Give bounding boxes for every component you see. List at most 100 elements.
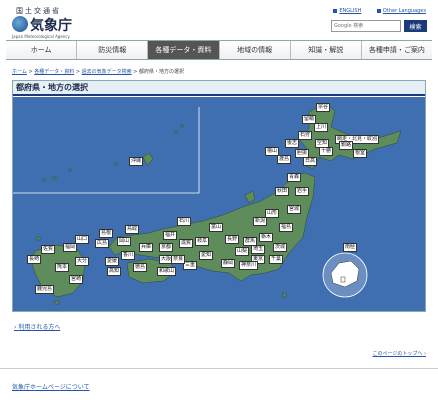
pref-miyagi[interactable]: 宮城 — [287, 205, 302, 214]
breadcrumb-past-data[interactable]: 過去の気象データ検索 — [82, 69, 132, 75]
pref-kushiro[interactable]: 釧路 — [339, 141, 354, 150]
pref-shizuoka[interactable]: 静岡 — [221, 259, 236, 268]
pref-hiroshima[interactable]: 広島 — [95, 239, 110, 248]
okinawa-inset-border — [13, 107, 200, 194]
square-bullet-icon — [333, 8, 338, 13]
okinawa-outer-island — [114, 162, 118, 166]
pref-kagoshima[interactable]: 鹿児島 — [35, 285, 55, 294]
pref-tottori[interactable]: 鳥取 — [125, 225, 140, 234]
izu-island — [282, 292, 287, 298]
agency-name: 気象庁 — [30, 18, 72, 34]
breadcrumb-current: 都府県・地方の選択 — [139, 69, 185, 75]
language-links: ENGLISH Other Languages — [319, 8, 426, 14]
breadcrumb-data[interactable]: 各種データ・資料 — [34, 69, 74, 75]
pref-miyazaki[interactable]: 宮崎 — [69, 275, 84, 284]
pref-shimane[interactable]: 島根 — [99, 229, 114, 238]
pref-ishikawa[interactable]: 石川 — [177, 217, 192, 226]
pref-rumoi[interactable]: 留萌 — [302, 115, 317, 124]
pref-oita[interactable]: 大分 — [75, 257, 90, 266]
square-bullet-icon — [376, 8, 381, 13]
pref-yamanashi[interactable]: 山梨 — [235, 247, 250, 256]
breadcrumb: ホーム > 各種データ・資料 > 過去の気象データ検索 > 都府県・地方の選択 — [12, 68, 184, 75]
breadcrumb-home[interactable]: ホーム — [12, 69, 27, 75]
pref-gifu[interactable]: 岐阜 — [195, 237, 210, 246]
pref-akita[interactable]: 秋田 — [275, 187, 290, 196]
pref-nemuro[interactable]: 根室 — [353, 149, 368, 158]
pref-kanagawa[interactable]: 神奈川 — [239, 261, 259, 270]
nav-disaster-info[interactable]: 防災情報 — [77, 41, 149, 59]
okinawa-outer-island — [174, 130, 178, 134]
breadcrumb-separator: > — [74, 69, 82, 75]
pref-tokachi[interactable]: 十勝 — [319, 147, 334, 156]
pref-fukui[interactable]: 福井 — [163, 231, 178, 240]
search-input[interactable] — [331, 20, 401, 32]
other-languages-label: Other Languages — [382, 8, 426, 14]
pref-tokushima[interactable]: 徳島 — [133, 263, 148, 272]
pref-hiyama[interactable]: 檜山 — [265, 147, 280, 156]
pref-fukuoka[interactable]: 福岡 — [63, 243, 78, 252]
pref-kamikawa[interactable]: 上川 — [314, 123, 329, 132]
pref-oshima[interactable]: 渡島 — [277, 155, 292, 164]
other-languages-link[interactable]: Other Languages — [376, 8, 426, 14]
southern-island — [54, 300, 60, 305]
okinawa-outer-island — [42, 178, 46, 182]
english-link-label: ENGLISH — [339, 8, 362, 14]
pref-soya[interactable]: 宗谷 — [316, 103, 331, 112]
pref-toyama[interactable]: 富山 — [209, 223, 224, 232]
pref-okinawa[interactable]: 沖縄 — [129, 157, 144, 166]
pref-antarctica[interactable]: 南極 — [343, 243, 358, 252]
okinawa-island — [142, 152, 154, 166]
japan-map: 宗谷 上川 留萌 網走・北見・紋別 石狩 空知 後志 十勝 釧路 根室 胆振 日… — [13, 97, 425, 311]
pref-fukushima[interactable]: 福島 — [279, 223, 294, 232]
pref-shiribeshi[interactable]: 後志 — [285, 139, 300, 148]
pref-hidaka[interactable]: 日高 — [303, 157, 318, 166]
panel-title: 都府県・地方の選択 — [13, 81, 425, 96]
pref-nara[interactable]: 奈良 — [171, 255, 186, 264]
penguin-icon — [340, 276, 346, 283]
pref-yamaguchi[interactable]: 山口 — [75, 235, 90, 244]
pref-kyoto[interactable]: 京都 — [159, 243, 174, 252]
about-site-link[interactable]: 気象庁ホームページについて — [12, 382, 90, 391]
tsushima-island — [36, 236, 41, 241]
pref-kochi[interactable]: 高知 — [107, 267, 122, 276]
pref-nagano[interactable]: 長野 — [225, 235, 240, 244]
okinawa-outer-island — [180, 124, 184, 128]
page-top-label: このページのトップへ — [372, 351, 423, 357]
pref-chiba[interactable]: 千葉 — [269, 255, 284, 264]
agency-english-name: Japan Meteorological Agency — [12, 34, 70, 39]
nav-data[interactable]: 各種データ・資料 — [148, 41, 220, 59]
footer-divider — [0, 368, 438, 369]
nav-applications[interactable]: 各種申請・ご案内 — [362, 41, 432, 59]
pref-mie[interactable]: 三重 — [183, 261, 198, 270]
global-nav: ホーム 防災情報 各種データ・資料 地域の情報 知識・解説 各種申請・ご案内 — [6, 40, 432, 60]
english-link[interactable]: ENGLISH — [333, 8, 361, 14]
okinawa-outer-island — [52, 176, 57, 180]
pref-kumamoto[interactable]: 熊本 — [55, 263, 70, 272]
page-top-link[interactable]: このページのトップへ › — [373, 350, 427, 357]
search-button[interactable]: 検索 — [404, 20, 427, 32]
pref-aomori[interactable]: 青森 — [287, 173, 302, 182]
pref-ibaraki[interactable]: 茨城 — [273, 243, 288, 252]
pref-okayama[interactable]: 岡山 — [117, 237, 132, 246]
pref-iwate[interactable]: 岩手 — [295, 187, 310, 196]
pref-saitama[interactable]: 埼玉 — [251, 245, 266, 254]
pref-shiga[interactable]: 滋賀 — [179, 239, 194, 248]
pref-nagasaki[interactable]: 長崎 — [27, 255, 42, 264]
pref-ishikari[interactable]: 石狩 — [298, 131, 313, 140]
nav-regional-info[interactable]: 地域の情報 — [220, 41, 291, 59]
breadcrumb-separator: > — [131, 69, 140, 75]
users-guide-link[interactable]: › 利用される方へ — [14, 322, 60, 331]
nav-knowledge[interactable]: 知識・解説 — [291, 41, 362, 59]
pref-yamagata[interactable]: 山形 — [265, 209, 280, 218]
pref-saga[interactable]: 佐賀 — [41, 245, 56, 254]
sado-island — [244, 190, 256, 204]
pref-wakayama[interactable]: 和歌山 — [157, 267, 177, 276]
pref-aichi[interactable]: 愛知 — [199, 251, 214, 260]
pref-ehime[interactable]: 愛媛 — [105, 257, 120, 266]
nav-home[interactable]: ホーム — [6, 41, 78, 59]
pref-hyogo[interactable]: 兵庫 — [139, 243, 154, 252]
pref-kagawa[interactable]: 香川 — [121, 251, 136, 260]
pref-tochigi[interactable]: 栃木 — [259, 233, 274, 242]
pref-niigata[interactable]: 新潟 — [253, 217, 268, 226]
prefecture-selection-panel: 都府県・地方の選択 宗谷 上川 留萌 網走・北見・紋別 石狩 空知 後志 十勝 … — [12, 80, 426, 312]
